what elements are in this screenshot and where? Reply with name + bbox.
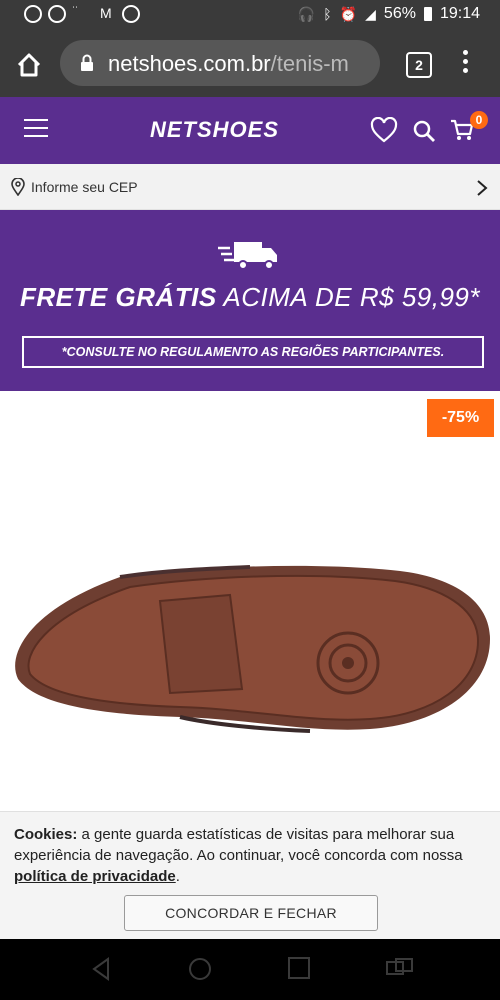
recents-icon[interactable]	[288, 957, 310, 979]
promo-title: FRETE GRÁTIS ACIMA DE R$ 59,99*	[0, 282, 500, 313]
headset-icon: 🎧	[297, 5, 316, 22]
location-pin-icon	[11, 178, 25, 196]
android-nav-bar	[0, 939, 500, 1000]
battery-level: 56%	[383, 5, 416, 22]
menu-dot	[462, 50, 468, 55]
promo-title-rest: ACIMA DE R$ 59,99*	[223, 282, 481, 312]
browser-toolbar: netshoes.com.br/tenis-m 2	[0, 30, 500, 97]
cookie-label: Cookies:	[14, 826, 78, 843]
menu-dot	[462, 68, 468, 73]
url-domain: netshoes.com.br	[108, 51, 271, 76]
menu-dot	[462, 59, 468, 64]
browser-menu-button[interactable]	[460, 50, 470, 76]
url-text: netshoes.com.br/tenis-m	[108, 51, 349, 77]
status-bar: ʿʿ M 🎧 ᛒ ⏰ ◢ 56% 19:14	[0, 0, 500, 30]
privacy-policy-link[interactable]: política de privacidade	[14, 868, 176, 885]
home-button[interactable]	[14, 50, 44, 80]
heart-icon[interactable]	[370, 117, 398, 143]
gmail-icon: M	[100, 5, 112, 21]
address-bar[interactable]: netshoes.com.br/tenis-m	[60, 40, 380, 86]
signal-icon: ◢	[365, 5, 376, 22]
notification-icon	[24, 5, 42, 23]
discount-badge: -75%	[427, 399, 494, 437]
hamburger-menu-icon[interactable]	[24, 119, 48, 139]
cookie-banner: Cookies: a gente guarda estatísticas de …	[0, 811, 500, 939]
alarm-icon: ⏰	[339, 5, 358, 22]
cookie-end: .	[175, 868, 180, 885]
notification-icons: ʿʿ M	[24, 5, 140, 23]
site-header: NETSHOES 0	[0, 97, 500, 164]
netshoes-logo[interactable]: NETSHOES	[150, 117, 279, 143]
chevron-right-icon	[477, 180, 488, 196]
cep-bar[interactable]: Informe seu CEP	[0, 164, 500, 210]
lock-icon	[81, 54, 93, 71]
tab-switcher-button[interactable]: 2	[406, 52, 432, 78]
search-icon[interactable]	[412, 119, 436, 143]
bluetooth-icon: ᛒ	[323, 6, 332, 22]
promo-title-bold: FRETE GRÁTIS	[19, 282, 217, 312]
clock: 19:14	[439, 5, 480, 22]
circle-icon	[122, 5, 140, 23]
battery-icon	[423, 7, 432, 21]
cep-label: Informe seu CEP	[31, 179, 138, 195]
shoe-sole-image	[15, 565, 490, 733]
url-path: /tenis-m	[270, 51, 349, 76]
home-circle-icon[interactable]	[188, 957, 212, 981]
home-icon	[17, 53, 41, 77]
switch-app-icon[interactable]	[386, 957, 414, 979]
cart-count-badge: 0	[470, 111, 488, 129]
notification-icon	[48, 5, 66, 23]
back-icon[interactable]	[90, 957, 112, 981]
accept-cookies-button[interactable]: CONCORDAR E FECHAR	[124, 895, 378, 931]
truck-icon	[218, 242, 277, 270]
cookie-text: a gente guarda estatísticas de visitas p…	[14, 826, 463, 864]
promo-note: *CONSULTE NO REGULAMENTO AS REGIÕES PART…	[22, 336, 484, 368]
free-shipping-banner[interactable]: FRETE GRÁTIS ACIMA DE R$ 59,99* *CONSULT…	[0, 210, 500, 391]
notification-icon: ʿʿ	[72, 5, 78, 15]
cookie-message: Cookies: a gente guarda estatísticas de …	[14, 824, 490, 887]
product-image-area[interactable]: -75%	[0, 391, 500, 811]
